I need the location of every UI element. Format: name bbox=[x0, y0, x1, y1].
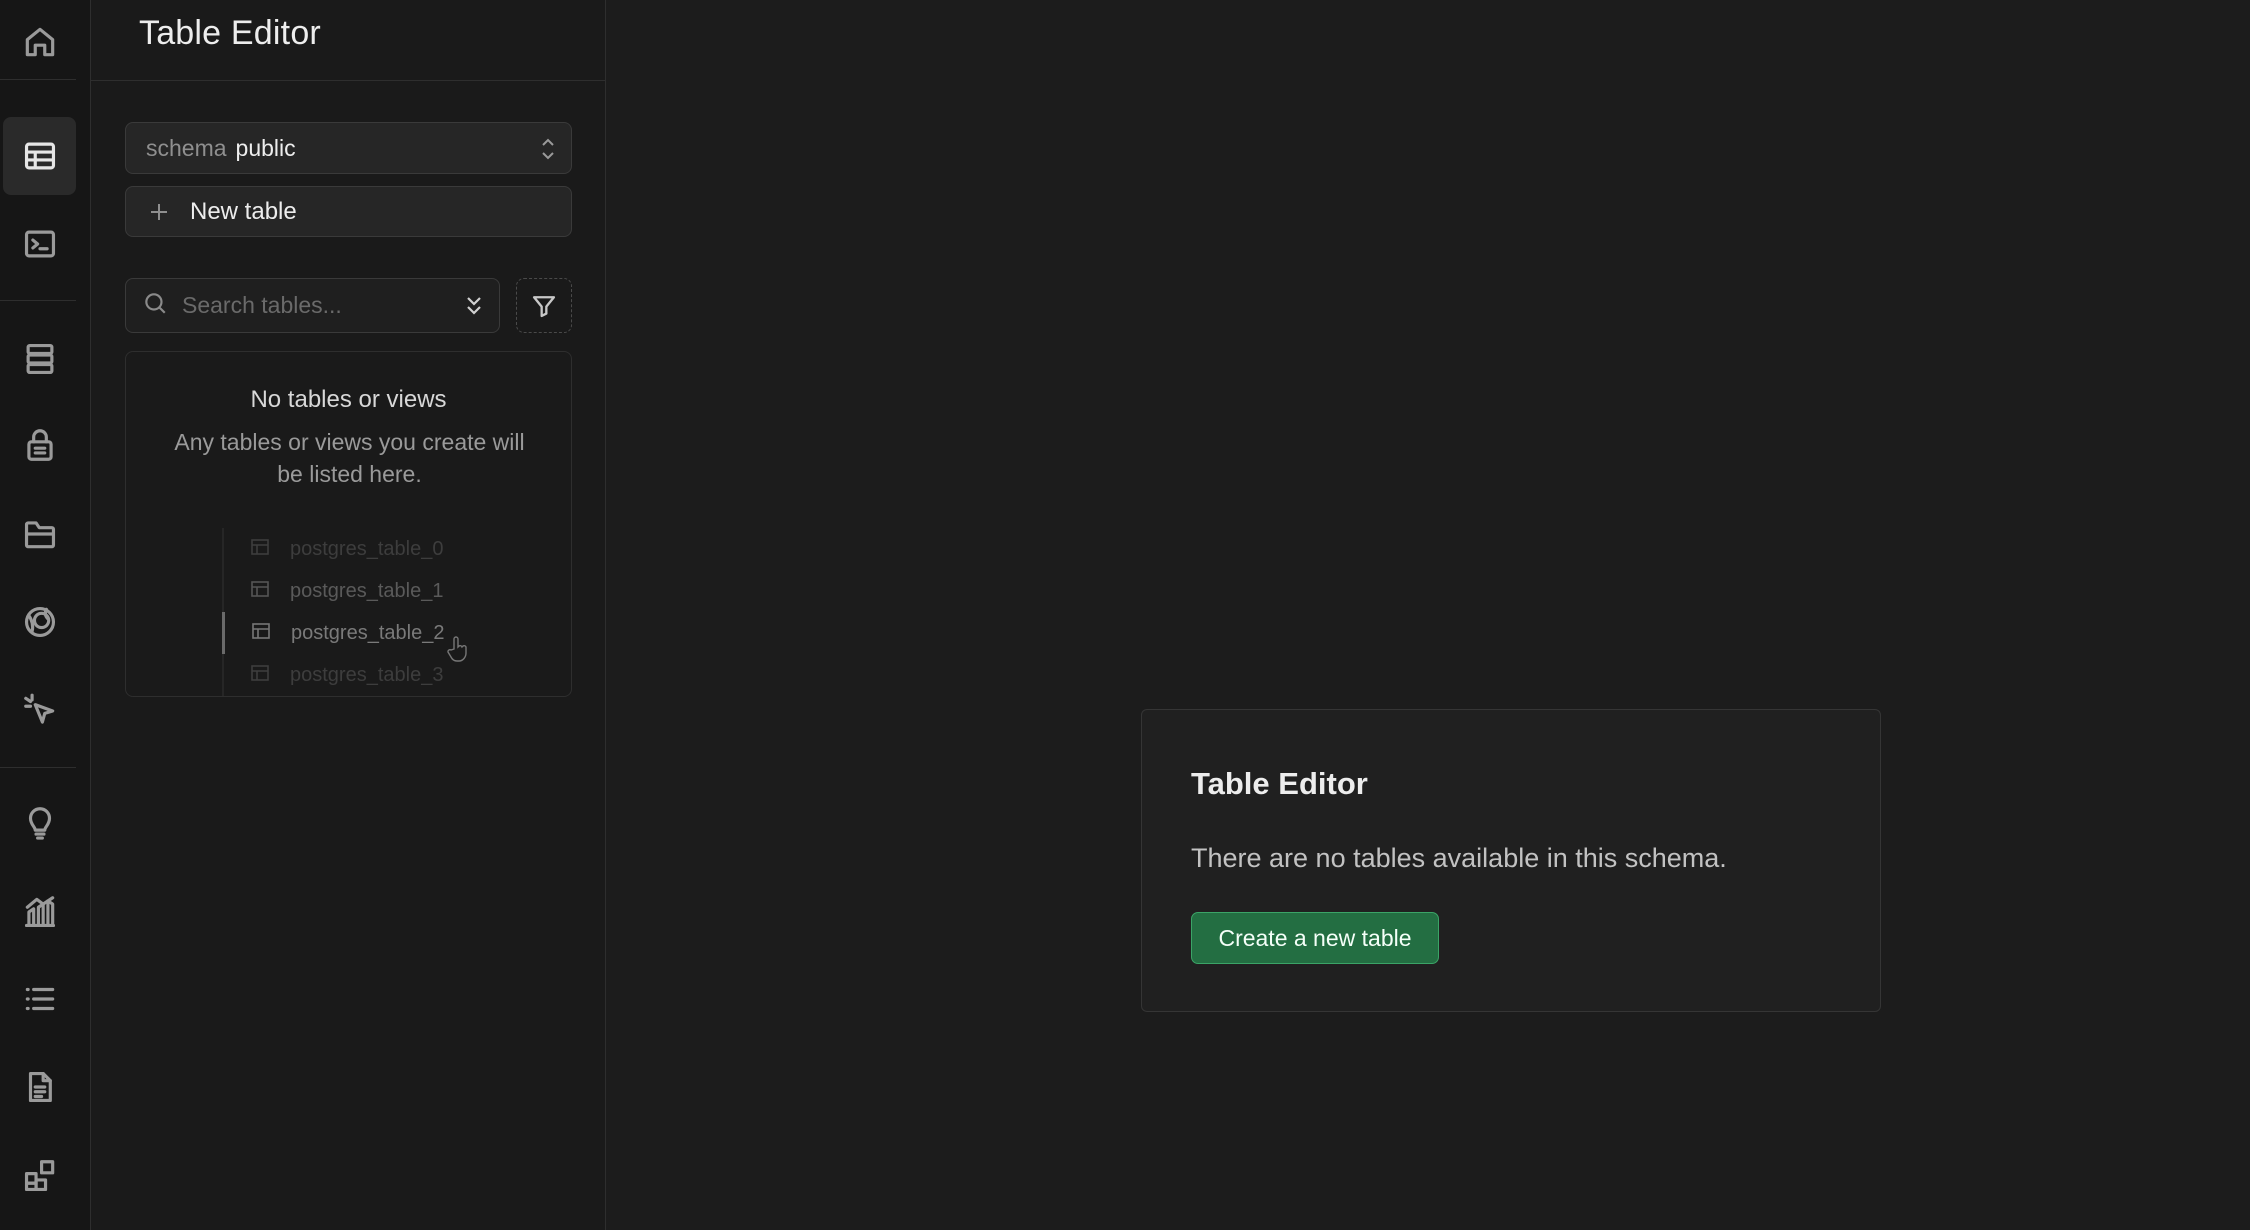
nav-database[interactable] bbox=[3, 320, 76, 398]
app-window: Table Editor schema public New table Sea… bbox=[0, 0, 2250, 1230]
table-icon bbox=[250, 537, 270, 562]
authentication-icon bbox=[26, 429, 53, 461]
plus-icon bbox=[148, 201, 170, 223]
sidebar-header: Table Editor bbox=[91, 0, 605, 81]
schema-value: public bbox=[235, 134, 296, 161]
nav-authentication[interactable] bbox=[3, 406, 76, 484]
reports-icon bbox=[24, 896, 55, 928]
nav-reports[interactable] bbox=[3, 873, 76, 951]
nav-table-editor[interactable] bbox=[3, 117, 76, 195]
database-icon bbox=[26, 343, 53, 375]
rail-divider bbox=[0, 767, 76, 768]
table-icon bbox=[250, 663, 270, 688]
table-icon bbox=[251, 621, 271, 646]
table-editor-icon bbox=[24, 142, 55, 170]
icon-rail bbox=[0, 0, 91, 1230]
nav-sql-editor[interactable] bbox=[3, 205, 76, 283]
sql-editor-icon bbox=[24, 230, 55, 258]
no-tables-card: Table Editor There are no tables availab… bbox=[1141, 709, 1881, 1012]
card-message: There are no tables available in this sc… bbox=[1191, 843, 1727, 873]
empty-state-description: Any tables or views you create will be l… bbox=[174, 429, 525, 487]
filter-button[interactable] bbox=[516, 278, 572, 333]
home-icon bbox=[25, 27, 54, 57]
main-content: Table Editor There are no tables availab… bbox=[606, 0, 2250, 1230]
search-tables-box bbox=[125, 278, 500, 333]
chevron-up-down-icon bbox=[537, 135, 559, 163]
api-docs-icon bbox=[28, 1071, 52, 1103]
pointer-hand-icon bbox=[446, 635, 470, 663]
nav-advisors[interactable] bbox=[3, 784, 76, 862]
integrations-icon bbox=[24, 1160, 54, 1192]
schema-label: schema bbox=[146, 134, 227, 161]
placeholder-table-name: postgres_table_0 bbox=[290, 537, 444, 560]
nav-home[interactable] bbox=[3, 3, 76, 81]
placeholder-table-item: postgres_table_0 bbox=[222, 528, 472, 570]
nav-edge-functions[interactable] bbox=[3, 672, 76, 750]
rail-divider bbox=[0, 300, 76, 301]
placeholder-table-item: postgres_table_1 bbox=[222, 570, 472, 612]
table-icon bbox=[250, 579, 270, 604]
schema-selector[interactable]: schema public bbox=[125, 122, 572, 174]
table-editor-sidebar: Table Editor schema public New table Sea… bbox=[91, 0, 606, 1230]
empty-state-title: No tables or views bbox=[250, 386, 447, 413]
edge-functions-icon bbox=[23, 693, 54, 724]
new-table-button[interactable]: New table bbox=[125, 186, 572, 237]
new-table-label: New table bbox=[190, 197, 297, 225]
logs-icon bbox=[25, 987, 54, 1011]
nav-api-docs[interactable] bbox=[3, 1048, 76, 1126]
placeholder-table-list: postgres_table_0 postgres_table_1 postgr… bbox=[222, 528, 472, 696]
sidebar-title: Table Editor bbox=[139, 14, 321, 52]
card-title: Table Editor bbox=[1191, 766, 1368, 801]
create-new-table-button[interactable]: Create a new table bbox=[1191, 912, 1439, 964]
nav-logs[interactable] bbox=[3, 960, 76, 1038]
advisors-icon bbox=[28, 807, 51, 840]
search-tables-input[interactable] bbox=[182, 292, 452, 319]
realtime-icon bbox=[24, 606, 55, 638]
placeholder-table-item: postgres_table_2 bbox=[222, 612, 472, 654]
placeholder-table-name: postgres_table_1 bbox=[290, 579, 444, 602]
nav-realtime[interactable] bbox=[3, 583, 76, 661]
placeholder-table-item: postgres_table_3 bbox=[222, 654, 472, 696]
nav-storage[interactable] bbox=[3, 495, 76, 573]
filter-icon bbox=[532, 295, 556, 317]
chevrons-down-icon[interactable] bbox=[463, 293, 485, 324]
search-icon bbox=[142, 290, 168, 321]
nav-integrations[interactable] bbox=[3, 1137, 76, 1215]
placeholder-table-name: postgres_table_2 bbox=[291, 621, 445, 644]
storage-icon bbox=[24, 521, 55, 549]
placeholder-table-name: postgres_table_3 bbox=[290, 663, 444, 686]
empty-tables-state: No tables or views Any tables or views y… bbox=[125, 351, 572, 697]
rail-divider bbox=[0, 79, 76, 80]
